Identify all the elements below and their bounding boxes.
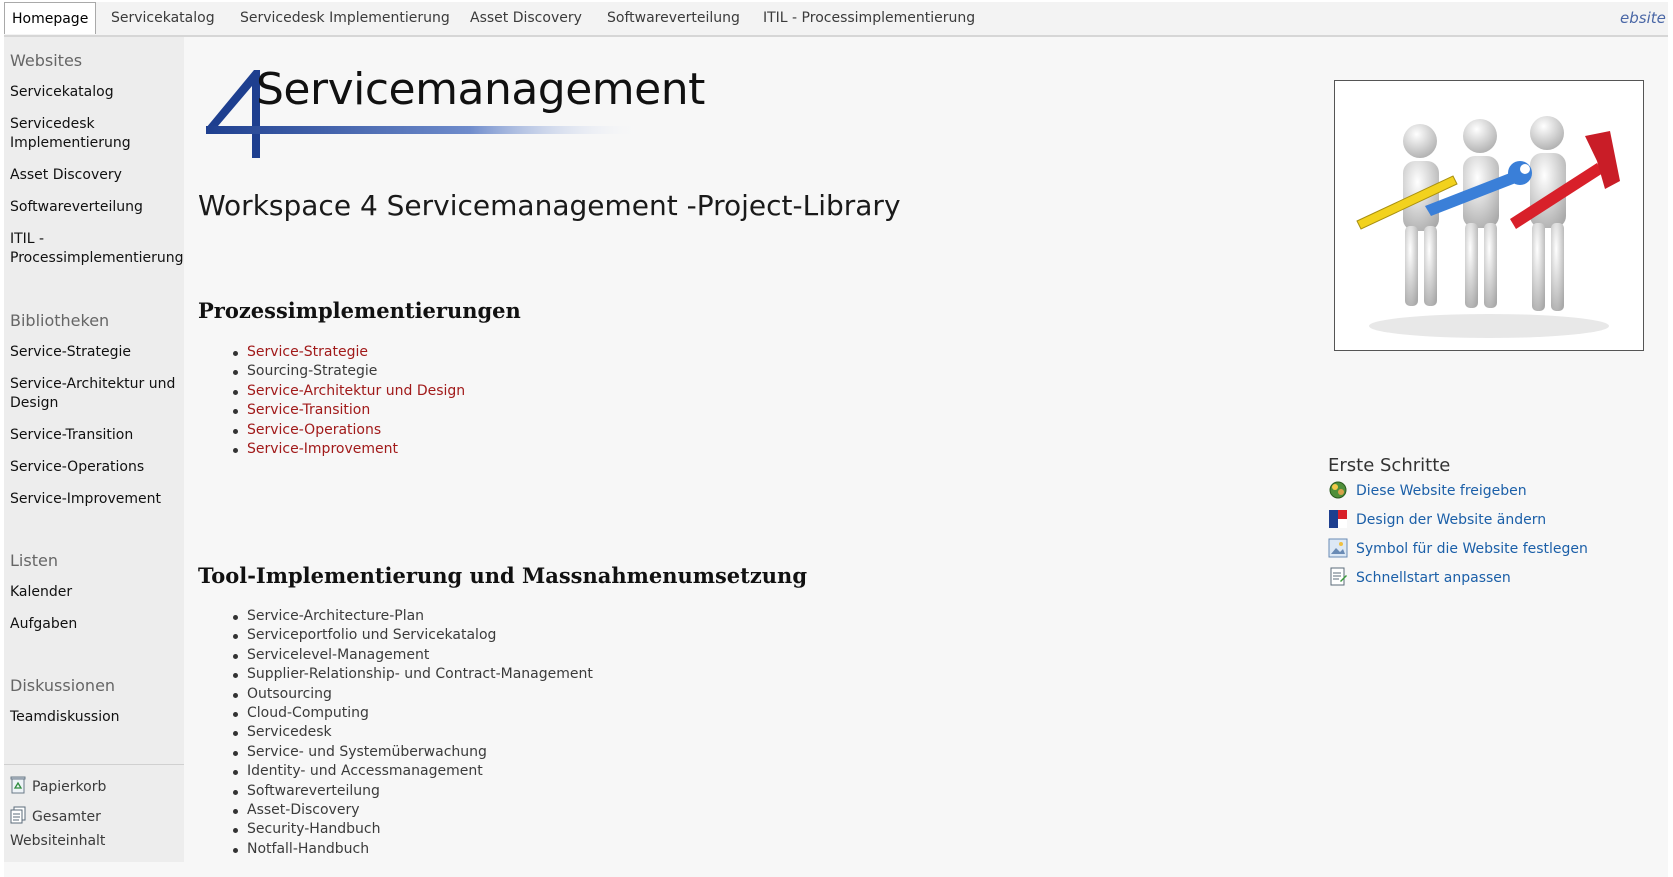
list-item: Asset-Discovery (228, 801, 593, 820)
list-item-link[interactable]: Service-Improvement (228, 440, 465, 459)
list-item-link[interactable]: Service-Operations (228, 421, 465, 440)
site-image (1334, 80, 1644, 351)
share-icon (1328, 480, 1348, 500)
image-icon (1328, 538, 1348, 558)
share-website-label: Diese Website freigeben (1356, 483, 1527, 499)
set-site-icon-link[interactable]: Symbol für die Website festlegen (1328, 538, 1588, 558)
page-title: Workspace 4 Servicemanagement -Project-L… (198, 189, 901, 222)
ql-item-service-improvement[interactable]: Service-Improvement (10, 490, 176, 509)
list-item: Sourcing-Strategie (228, 362, 465, 381)
section-heading-tool-implementierung: Tool-Implementierung und Massnahmenumset… (198, 563, 808, 588)
tool-list: Service-Architecture-Plan Serviceportfol… (228, 607, 593, 859)
top-navigation: Homepage Servicekatalog Servicedesk Impl… (4, 2, 1668, 37)
quick-launch (4, 37, 184, 862)
page-frame: Homepage Servicekatalog Servicedesk Impl… (0, 0, 1673, 877)
list-item: Security-Handbuch (228, 820, 593, 839)
ql-heading-diskussionen[interactable]: Diskussionen (10, 676, 115, 695)
list-item: Servicedesk (228, 723, 593, 742)
ql-item-kalender[interactable]: Kalender (10, 583, 176, 602)
navigation-edit-icon (1328, 567, 1348, 587)
list-item-link[interactable]: Service-Architektur und Design (228, 382, 465, 401)
share-website-link[interactable]: Diese Website freigeben (1328, 480, 1527, 500)
quick-launch-divider (4, 764, 184, 765)
list-item: Softwareverteilung (228, 782, 593, 801)
list-item: Servicelevel-Management (228, 646, 593, 665)
list-item: Service-Architecture-Plan (228, 607, 593, 626)
teamwork-tools-illustration (1356, 116, 1620, 338)
tab-homepage[interactable]: Homepage (4, 2, 97, 34)
list-item-link[interactable]: Service-Strategie (228, 343, 465, 362)
right-edge (1668, 0, 1673, 877)
tab-asset-discovery[interactable]: Asset Discovery (470, 2, 582, 35)
all-site-content-link[interactable]: Gesamter Websiteinhalt (10, 806, 130, 852)
ql-item-softwareverteilung[interactable]: Softwareverteilung (10, 198, 176, 217)
list-item: Notfall-Handbuch (228, 840, 593, 859)
tab-softwareverteilung[interactable]: Softwareverteilung (607, 2, 740, 35)
recycle-bin-label: Papierkorb (32, 779, 107, 795)
list-item: Cloud-Computing (228, 704, 593, 723)
erste-schritte-heading: Erste Schritte (1328, 455, 1451, 476)
recycle-bin-link[interactable]: Papierkorb (10, 776, 106, 801)
prozess-list: Service-Strategie Sourcing-Strategie Ser… (228, 343, 465, 459)
change-design-label: Design der Website ändern (1356, 512, 1547, 528)
ql-item-servicekatalog[interactable]: Servicekatalog (10, 83, 176, 102)
ql-item-itil[interactable]: ITIL - Processimplementierung (10, 230, 184, 268)
theme-icon (1328, 509, 1348, 529)
ql-item-aufgaben[interactable]: Aufgaben (10, 615, 176, 634)
list-item: Identity- und Accessmanagement (228, 762, 593, 781)
ql-heading-websites[interactable]: Websites (10, 51, 82, 70)
logo-text: Servicemanagement (256, 64, 705, 115)
list-item: Supplier-Relationship- und Contract-Mana… (228, 665, 593, 684)
customize-quicklaunch-label: Schnellstart anpassen (1356, 570, 1511, 586)
ql-item-asset-discovery[interactable]: Asset Discovery (10, 166, 176, 185)
site-content-icon (10, 806, 26, 831)
ql-heading-listen[interactable]: Listen (10, 551, 58, 570)
set-site-icon-label: Symbol für die Website festlegen (1356, 541, 1588, 557)
ql-item-service-architektur[interactable]: Service-Architektur und Design (10, 375, 176, 413)
ql-item-teamdiskussion[interactable]: Teamdiskussion (10, 708, 176, 727)
tab-itil-processimplementierung[interactable]: ITIL - Processimplementierung (763, 2, 975, 35)
ql-item-servicedesk[interactable]: Servicedesk Implementierung (10, 115, 176, 153)
list-item: Outsourcing (228, 685, 593, 704)
change-design-link[interactable]: Design der Website ändern (1328, 509, 1546, 529)
recycle-bin-icon (10, 776, 26, 801)
list-item: Serviceportfolio und Servicekatalog (228, 626, 593, 645)
tab-servicekatalog[interactable]: Servicekatalog (111, 2, 215, 35)
section-heading-prozessimplementierungen: Prozessimplementierungen (198, 298, 521, 323)
list-item: Service- und Systemüberwachung (228, 743, 593, 762)
ql-item-service-transition[interactable]: Service-Transition (10, 426, 176, 445)
ql-item-service-strategie[interactable]: Service-Strategie (10, 343, 176, 362)
tab-servicedesk-implementierung[interactable]: Servicedesk Implementierung (240, 2, 450, 35)
ql-item-service-operations[interactable]: Service-Operations (10, 458, 176, 477)
site-actions-cutoff[interactable]: ebsite d (1620, 2, 1668, 35)
customize-quicklaunch-link[interactable]: Schnellstart anpassen (1328, 567, 1511, 587)
list-item-link[interactable]: Service-Transition (228, 401, 465, 420)
ql-heading-bibliotheken[interactable]: Bibliotheken (10, 311, 109, 330)
